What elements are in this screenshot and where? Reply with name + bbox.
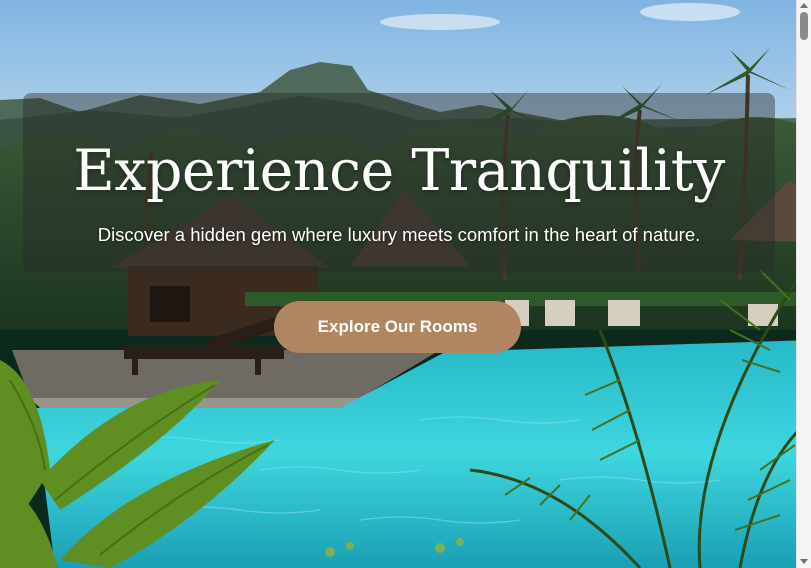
hero-subtitle: Discover a hidden gem where luxury meets… bbox=[97, 224, 701, 245]
vertical-scrollbar[interactable] bbox=[796, 0, 811, 568]
scroll-down-arrow-icon[interactable] bbox=[800, 559, 808, 564]
scrollbar-thumb[interactable] bbox=[800, 12, 808, 40]
explore-rooms-button[interactable]: Explore Our Rooms bbox=[274, 301, 521, 353]
resort-pool-background-image bbox=[0, 0, 811, 568]
scroll-up-arrow-icon[interactable] bbox=[800, 3, 808, 8]
hero-section: Experience Tranquility Discover a hidden… bbox=[0, 0, 811, 568]
hero-title: Experience Tranquility bbox=[73, 138, 725, 204]
